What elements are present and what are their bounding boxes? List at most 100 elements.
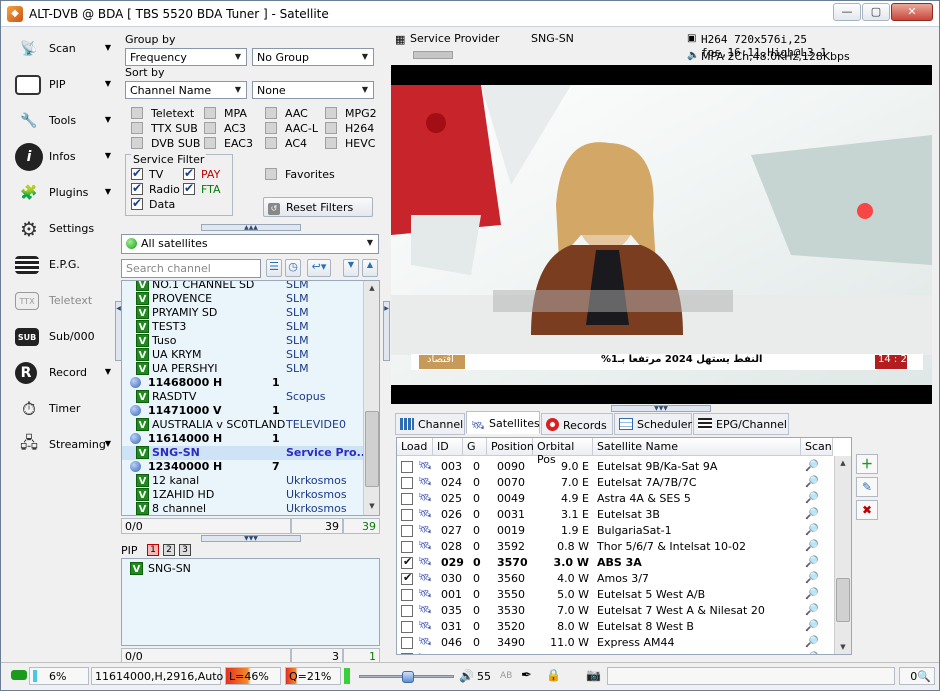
chevron-down-icon[interactable]: ▼ [105,151,111,160]
channel-row[interactable]: V Tuso SLM [122,334,379,348]
load-checkbox[interactable] [401,621,413,633]
nav-teletext[interactable]: TTX Teletext [11,285,115,317]
add-satellite-icon[interactable]: ＋ [856,454,878,474]
minimize-button[interactable]: — [833,3,861,21]
nav-sub[interactable]: SUB Sub/000 [11,321,115,353]
list-item[interactable]: V SNG-SN [122,562,379,576]
channel-row[interactable]: V UA KRYM SLM [122,348,379,362]
filter-radio[interactable]: Radio [131,181,180,197]
pip-button-3[interactable]: 3 [179,544,191,556]
column-header-g[interactable]: G [463,438,487,456]
scan-magnifier-icon[interactable]: 🔎 [805,603,819,616]
scroll-down-icon[interactable]: ▼ [364,499,379,513]
nav-pip[interactable]: PIP ▼ [11,69,115,101]
channel-row[interactable]: V AUSTRALIA v SC0TLAND TELEVIDE0 [122,418,379,432]
load-checkbox[interactable] [401,541,413,553]
load-checkbox[interactable] [401,571,413,585]
channel-row[interactable]: V PRYAMIY SD SLM [122,306,379,320]
scan-magnifier-icon[interactable]: 🔎 [805,507,819,520]
table-row[interactable]: 🛰 025 0 0049 4.9 E Astra 4A & SES 5 🔎 [397,491,851,507]
scan-magnifier-icon[interactable]: 🔎 [805,587,819,600]
chevron-down-icon[interactable]: ▼ [105,367,111,376]
group-by-select[interactable]: Frequency ▼ [125,48,247,66]
scan-magnifier-icon[interactable]: 🔎 [805,571,819,584]
column-header-load[interactable]: Load [397,438,433,456]
expand-icon[interactable]: ▲ [362,259,378,277]
table-row[interactable]: 🛰 045 0 3485 11.5 W Express AM8 🔎 [397,651,851,654]
scroll-thumb[interactable] [365,411,379,487]
nav-infos[interactable]: i Infos ▼ [11,141,115,173]
filter-pay[interactable]: PAY [183,166,220,182]
splitter-handle[interactable]: ▼▼▼ [611,405,711,412]
column-header-scan[interactable]: Scan [801,438,833,456]
frequency-group-row[interactable]: 11471000 V 1 [122,404,379,418]
scan-magnifier-icon[interactable]: 🔎 [805,619,819,632]
splitter-handle[interactable]: ▼▼▼ [201,535,301,542]
refresh-icon[interactable]: ◷ [285,259,301,277]
channel-row[interactable]: V8 channel Ukrkosmos [122,502,379,515]
close-button[interactable]: ✕ [891,3,933,21]
table-row[interactable]: 🛰 035 0 3530 7.0 W Eutelsat 7 West A & Nilesa… [397,603,851,619]
chevron-down-icon[interactable]: ▼ [105,439,111,448]
tab-records[interactable]: Records [541,413,613,435]
nav-scan[interactable]: 📡 Scan ▼ [11,33,115,65]
column-header-satellite-name[interactable]: Satellite Name [593,438,801,456]
group-secondary-select[interactable]: No Group ▼ [252,48,374,66]
pip-button-2[interactable]: 2 [163,544,175,556]
frequency-group-row[interactable]: 11468000 H 1 [122,376,379,390]
filter-tv[interactable]: TV [131,166,163,182]
filter-hevc[interactable]: HEVC [325,137,375,151]
scan-magnifier-icon[interactable]: 🔎 [805,491,819,504]
scan-magnifier-icon[interactable]: 🔎 [805,523,819,536]
filter-ac4[interactable]: AC4 [265,137,307,151]
filter-dvb-sub[interactable]: DVB SUB [131,137,200,151]
scan-magnifier-icon[interactable]: 🔎 [805,555,819,568]
load-checkbox[interactable] [401,637,413,649]
filter-fta[interactable]: FTA [183,181,221,197]
sort-by-select[interactable]: Channel Name ▼ [125,81,247,99]
camera-icon[interactable]: 📷 [586,668,601,682]
nav-epg[interactable]: E.P.G. [11,249,115,281]
channel-row[interactable]: V RASDTV Scopus [122,390,379,404]
splitter-handle[interactable]: ◀ [115,301,122,361]
column-header-orbital-pos[interactable]: Orbital Pos [533,438,593,466]
tab-epg-channel[interactable]: EPG/Channel [693,413,789,435]
chevron-down-icon[interactable]: ▼ [105,79,111,88]
frequency-group-row[interactable]: 12340000 H 7 [122,460,379,474]
scroll-down-icon[interactable]: ▼ [835,640,851,654]
chevron-down-icon[interactable]: ▼ [105,115,111,124]
filter-data[interactable]: Data [131,196,175,212]
chevron-down-icon[interactable]: ▼ [105,187,111,196]
table-row[interactable]: 🛰 001 0 3550 5.0 W Eutelsat 5 West A/B 🔎 [397,587,851,603]
channel-row[interactable]: V TEST3 SLM [122,320,379,334]
load-checkbox[interactable] [401,605,413,617]
satellite-table-scrollbar[interactable]: ▲ ▼ [834,456,851,654]
search-input[interactable]: Search channel [121,259,261,278]
channel-row[interactable]: V 1ZAHID HD Ukrkosmos [122,488,379,502]
satellite-select[interactable]: All satellites ▼ [121,234,379,254]
splitter-handle[interactable]: ▶ [383,301,390,361]
volume-thumb[interactable] [402,671,414,683]
filter-mpg2[interactable]: MPG2 [325,107,377,121]
channel-row[interactable]: V NO.1 CHANNEL SD SLM [122,281,379,292]
lock-icon[interactable]: 🔒 [546,668,561,682]
filter-mpa[interactable]: MPA [204,107,247,121]
filter-teletext[interactable]: Teletext [131,107,194,121]
nav-plugins[interactable]: 🧩 Plugins ▼ [11,177,115,209]
channel-row[interactable]: V 12 kanal Ukrkosmos [122,474,379,488]
scan-magnifier-icon[interactable]: 🔎 [805,651,819,654]
table-row[interactable]: 🛰 046 0 3490 11.0 W Express AM44 🔎 [397,635,851,651]
filter-favorites[interactable]: Favorites [265,168,335,182]
scroll-thumb[interactable] [836,578,850,622]
table-row[interactable]: 🛰 031 0 3520 8.0 W Eutelsat 8 West B 🔎 [397,619,851,635]
channel-row[interactable]: V SNG-SN Service Pro... [122,446,379,460]
reset-filters-button[interactable]: ↺ Reset Filters [263,197,373,217]
table-row[interactable]: 🛰 028 0 3592 0.8 W Thor 5/6/7 & Intelsat 10-0… [397,539,851,555]
channel-list-scrollbar[interactable]: ▲ ▼ [363,281,379,515]
table-row[interactable]: 🛰 027 0 0019 1.9 E BulgariaSat-1 🔎 [397,523,851,539]
filter-aac[interactable]: AAC [265,107,308,121]
filter-h264[interactable]: H264 [325,122,374,136]
load-checkbox[interactable] [401,509,413,521]
column-header-id[interactable]: ID [433,438,463,456]
filter-eac3[interactable]: EAC3 [204,137,253,151]
